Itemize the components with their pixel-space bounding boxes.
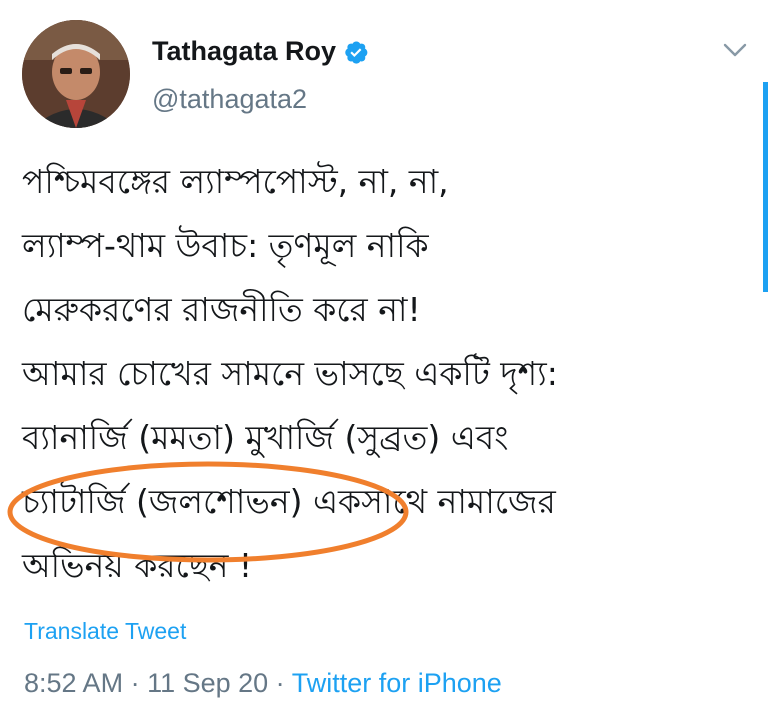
author-avatar[interactable] [22,20,130,128]
tweet-line-5: ব্যানার্জি (মমতা) মুখার্জি (সুব্রত) এবং [22,418,509,457]
author-name-row[interactable]: Tathagata Roy [152,36,369,67]
meta-separator: · [123,668,148,698]
author-handle[interactable]: @tathagata2 [152,84,307,115]
scrollbar[interactable] [763,82,768,292]
avatar-photo [22,20,130,128]
tweet-date: 11 Sep 20 [147,668,269,698]
tweet-meta: 8:52 AM · 11 Sep 20 · Twitter for iPhone [24,668,502,699]
chevron-down-icon[interactable] [720,38,750,62]
tweet-text: পশ্চিমবঙ্গের ল্যাম্পপোস্ট, না, না, ল্যাম… [22,150,762,598]
author-display-name[interactable]: Tathagata Roy [152,36,336,67]
tweet-time: 8:52 AM [24,668,124,698]
translate-tweet-link[interactable]: Translate Tweet [24,618,186,645]
meta-separator: · [268,668,292,698]
tweet-line-4: আমার চোখের সামনে ভাসছে একটি দৃশ্য: [22,354,558,393]
tweet-line-2: ল্যাম্প-থাম উবাচ: তৃণমূল নাকি [22,226,429,265]
tweet-line-7: অভিনয় করছেন ! [22,546,253,585]
verified-badge-icon [343,39,369,65]
tweet-line-1: পশ্চিমবঙ্গের ল্যাম্পপোস্ট, না, না, [22,162,449,201]
tweet-line-6: চ্যাটার্জি (জলশোভন) একসাথে নামাজের [22,482,556,521]
tweet-line-3: মেরুকরণের রাজনীতি করে না! [22,290,421,329]
tweet-source-link[interactable]: Twitter for iPhone [292,668,502,698]
